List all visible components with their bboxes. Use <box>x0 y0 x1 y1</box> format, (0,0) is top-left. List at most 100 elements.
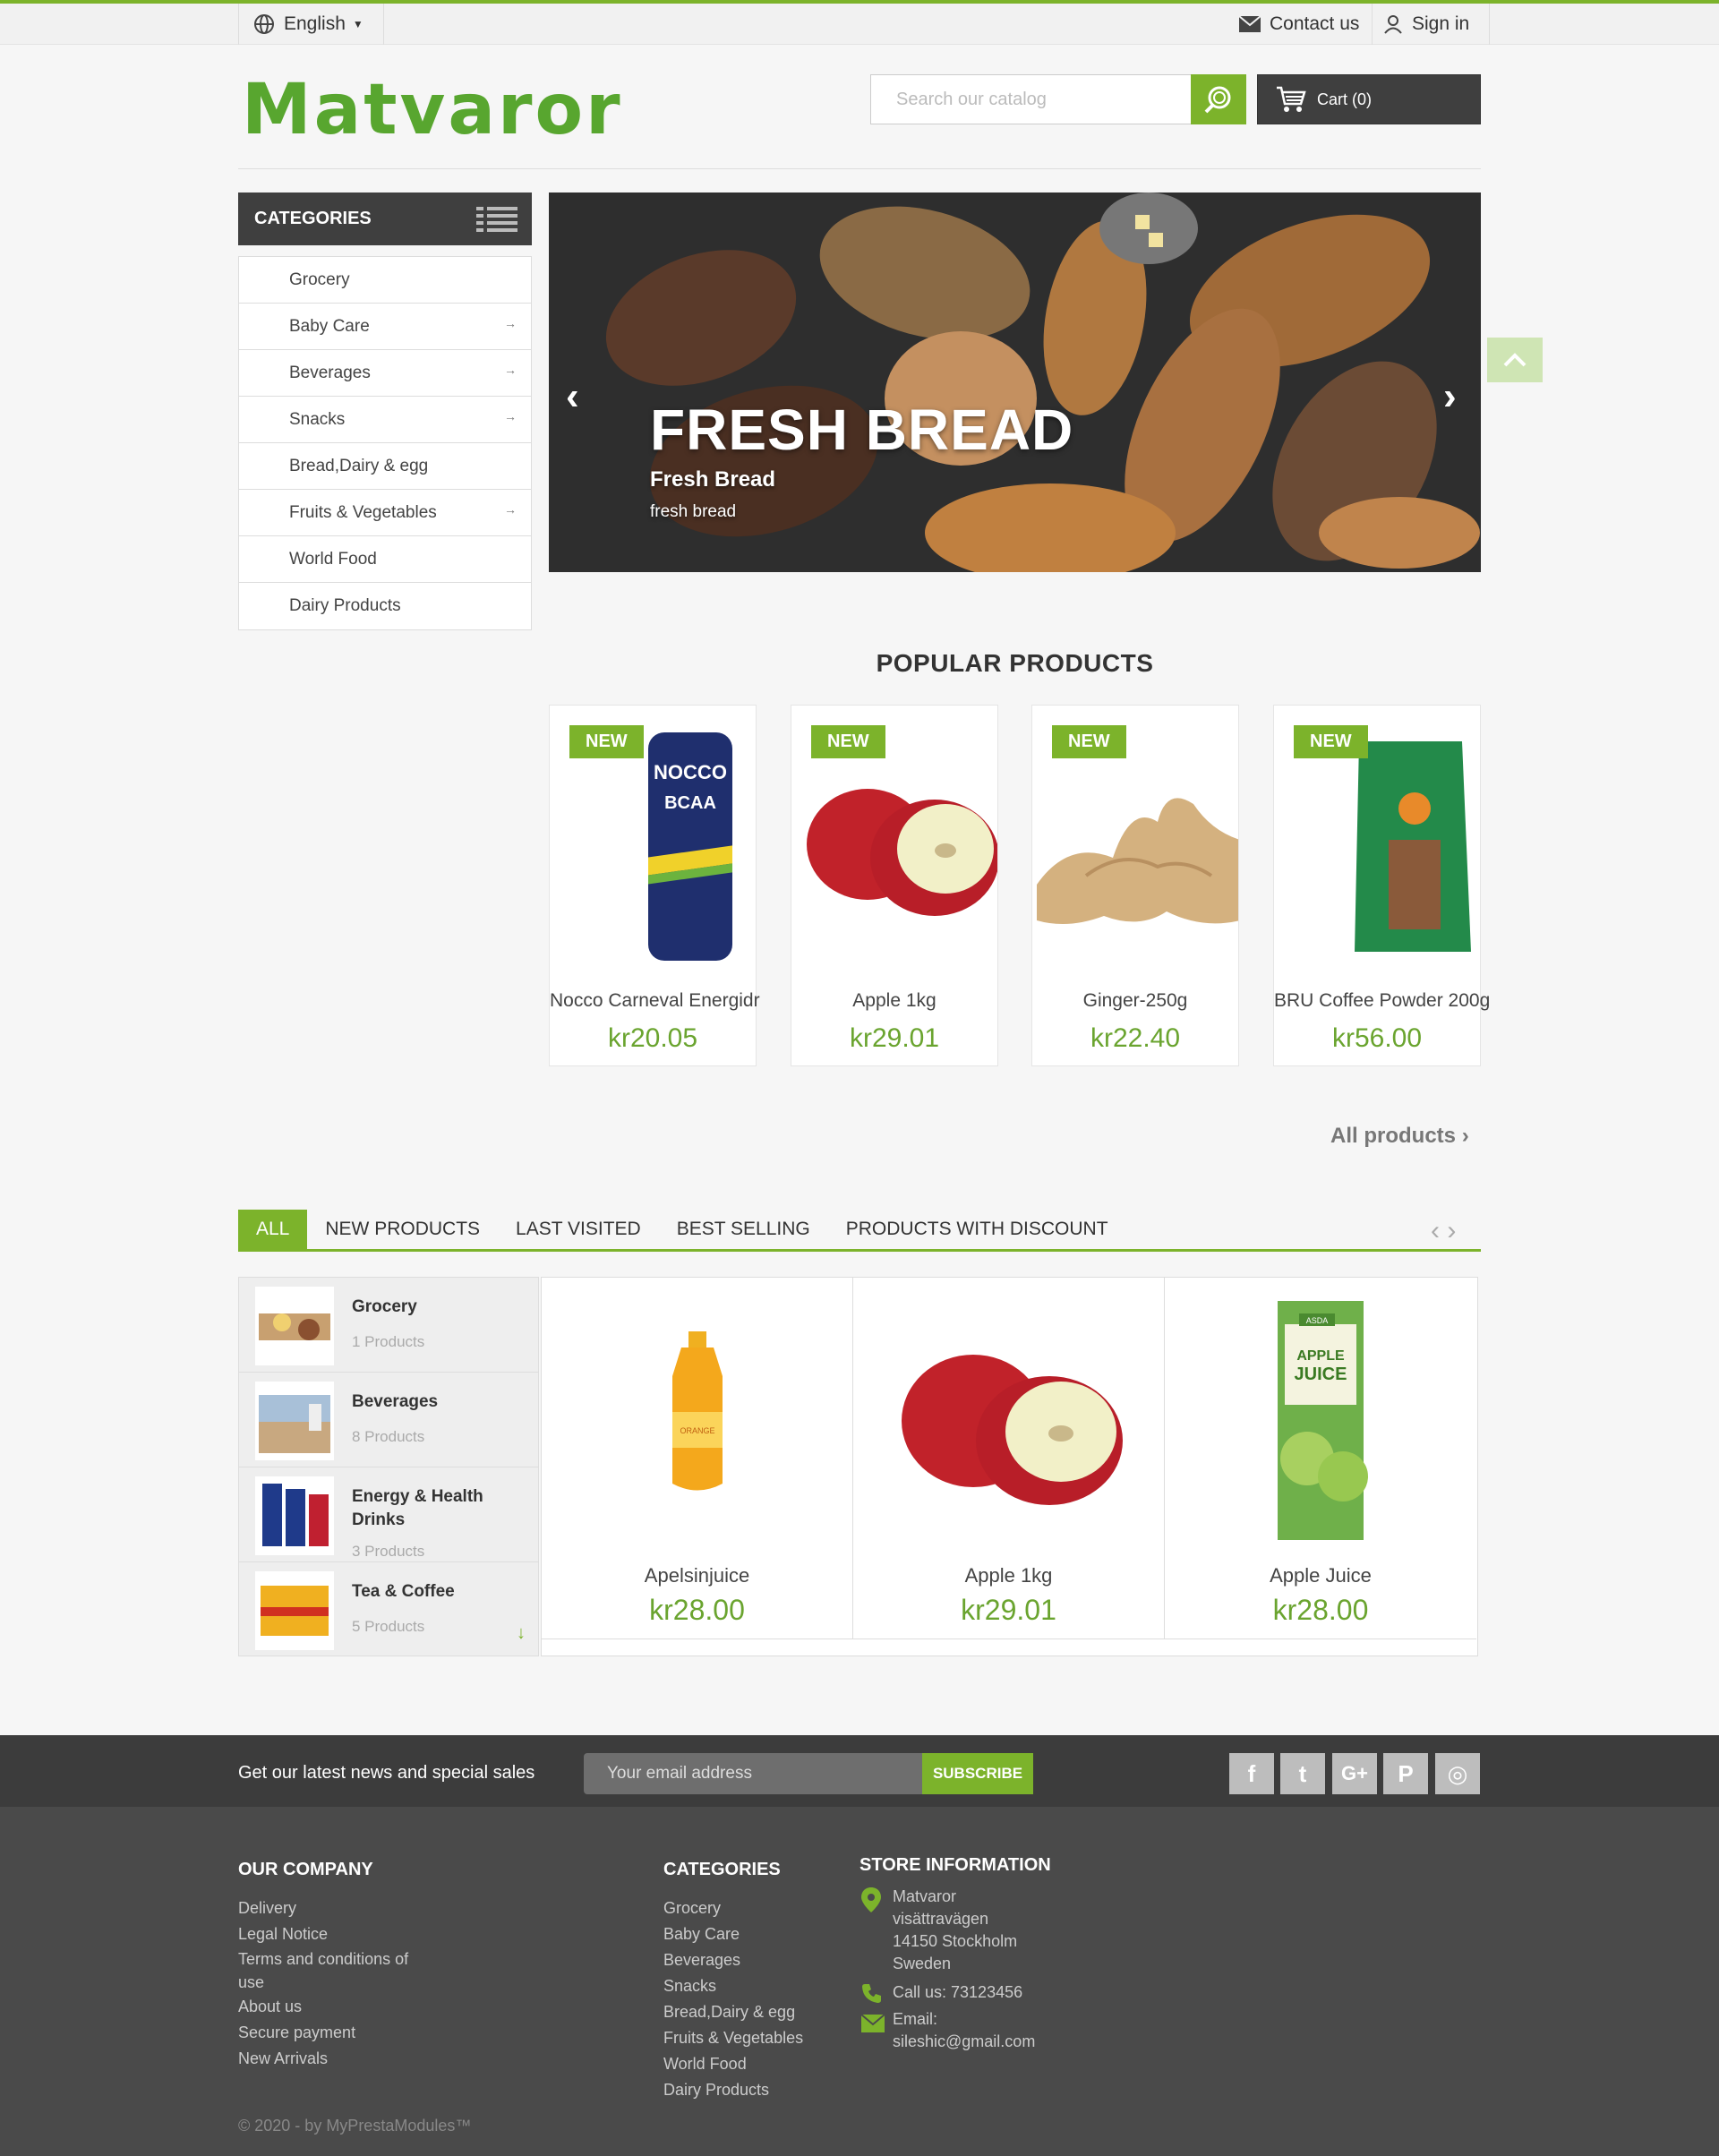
side-category[interactable]: Grocery 1 Products <box>239 1278 538 1373</box>
twitter-icon[interactable]: t <box>1280 1753 1325 1794</box>
category-item[interactable]: Fruits & Vegetables → <box>239 490 531 536</box>
newsletter-email-input[interactable]: Your email address <box>584 1753 922 1794</box>
product-card[interactable]: NEW Apple 1kg kr29.01 <box>791 705 998 1066</box>
cart-icon <box>1277 86 1306 112</box>
address-line: 14150 Stockholm <box>893 1932 1018 1950</box>
chevron-right-icon[interactable]: › <box>1447 1216 1456 1245</box>
sign-in-link[interactable]: Sign in <box>1371 4 1491 45</box>
all-products-link[interactable]: All products › <box>1330 1124 1469 1149</box>
pinterest-icon[interactable]: P <box>1383 1753 1428 1794</box>
footer-link[interactable]: Snacks <box>663 1973 803 1999</box>
product-price: kr29.01 <box>961 1594 1056 1626</box>
category-thumbnail <box>255 1287 334 1365</box>
category-item[interactable]: Grocery <box>239 257 531 304</box>
instagram-icon[interactable]: ◎ <box>1435 1753 1480 1794</box>
store-address: Matvaror visättravägen 14150 Stockholm S… <box>893 1886 1017 1975</box>
address-line: visättravägen <box>893 1910 989 1928</box>
footer-link[interactable]: World Food <box>663 2051 803 2077</box>
footer-link[interactable]: Fruits & Vegetables <box>663 2025 803 2051</box>
side-category[interactable]: Beverages 8 Products <box>239 1373 538 1467</box>
subscribe-button[interactable]: SUBSCRIBE <box>922 1753 1033 1794</box>
category-item[interactable]: Bread,Dairy & egg <box>239 443 531 490</box>
footer-link[interactable]: Baby Care <box>663 1921 803 1947</box>
product-price: kr56.00 <box>1331 1023 1423 1053</box>
google-plus-icon[interactable]: G+ <box>1332 1753 1377 1794</box>
language-selector[interactable]: English ▼ <box>238 4 384 45</box>
product-card[interactable]: ORANGE Apelsinjuice kr28.00 <box>542 1278 853 1639</box>
footer-link[interactable]: Beverages <box>663 1947 803 1973</box>
category-thumbnail <box>255 1382 334 1460</box>
nocco-brand: NOCCO <box>654 761 727 783</box>
side-category-count: 1 Products <box>352 1333 425 1350</box>
facebook-icon[interactable]: f <box>1229 1753 1274 1794</box>
category-thumbnail <box>255 1571 334 1650</box>
product-name[interactable]: Apple 1kg <box>853 1564 1164 1587</box>
search-input[interactable]: Search our catalog <box>870 74 1246 124</box>
product-card[interactable]: Apple 1kg kr29.01 <box>853 1278 1165 1639</box>
chevron-down-icon: ▼ <box>352 18 363 30</box>
globe-icon <box>254 14 274 34</box>
categories-list: Grocery Baby Care → Beverages → Snacks → Br… <box>238 256 532 630</box>
side-category-name: Energy & Health Drinks <box>352 1487 483 1529</box>
cart-button[interactable]: Cart (0) <box>1257 74 1481 124</box>
tab-best-selling[interactable]: BEST SELLING <box>659 1210 828 1249</box>
copyright[interactable]: © 2020 - by MyPrestaModules™ <box>238 2117 471 2135</box>
back-to-top-button[interactable] <box>1487 338 1543 382</box>
tab-discount[interactable]: PRODUCTS WITH DISCOUNT <box>828 1210 1126 1249</box>
product-name[interactable]: Ginger-250g <box>1032 990 1238 1012</box>
juice-box-brand: ASDA <box>1306 1316 1329 1325</box>
footer-link[interactable]: Legal Notice <box>238 1921 408 1947</box>
chevron-right-icon[interactable]: › <box>1443 374 1457 419</box>
product-name[interactable]: Apple 1kg <box>791 990 997 1012</box>
search-icon <box>1204 86 1231 114</box>
footer-link[interactable]: Terms and conditions of <box>238 1947 408 1971</box>
footer-link[interactable]: Bread,Dairy & egg <box>663 1999 803 2025</box>
chevron-left-icon[interactable]: ‹ <box>566 374 579 419</box>
product-image <box>902 1355 1123 1505</box>
category-item[interactable]: Snacks → <box>239 397 531 443</box>
category-item[interactable]: Beverages → <box>239 350 531 397</box>
footer-category-links: Grocery Baby Care Beverages Snacks Bread… <box>663 1895 803 2103</box>
arrow-right-icon: → <box>504 409 517 424</box>
arrow-down-icon[interactable]: ↓ <box>517 1623 526 1644</box>
chevron-left-icon[interactable]: ‹ <box>1431 1216 1440 1245</box>
product-card[interactable]: NOCCO BCAA NEW Nocco Carneval Energidr k… <box>549 705 760 1066</box>
product-name[interactable]: Apelsinjuice <box>542 1564 852 1587</box>
footer-link[interactable]: Grocery <box>663 1895 803 1921</box>
tab-all[interactable]: ALL <box>238 1210 308 1249</box>
product-card[interactable]: NEW Ginger-250g kr22.40 <box>1031 705 1239 1066</box>
popular-products-title: POPULAR PRODUCTS <box>876 649 1154 677</box>
category-label: World Food <box>289 549 377 569</box>
product-name[interactable]: Nocco Carneval Energidr <box>550 990 760 1012</box>
footer-link[interactable]: Secure payment <box>238 2020 408 2046</box>
list-icon[interactable] <box>476 206 517 233</box>
product-price: kr20.05 <box>607 1023 698 1053</box>
footer-link[interactable]: use <box>238 1971 408 1994</box>
arrow-right-icon: → <box>504 502 517 517</box>
side-category[interactable]: Energy & Health Drinks 3 Products <box>239 1467 538 1562</box>
chevron-right-icon: › <box>1461 1124 1469 1148</box>
product-card[interactable]: NEW BRU Coffee Powder 200g kr56.00 <box>1273 705 1490 1066</box>
new-badge: NEW <box>811 725 885 758</box>
footer-link[interactable]: Dairy Products <box>663 2077 803 2103</box>
footer-store-title: STORE INFORMATION <box>860 1855 1051 1875</box>
category-item[interactable]: Dairy Products <box>239 583 531 629</box>
product-name[interactable]: Apple Juice <box>1165 1564 1476 1587</box>
footer-link[interactable]: Delivery <box>238 1895 408 1921</box>
arrow-right-icon: → <box>504 363 517 377</box>
tab-new-products[interactable]: NEW PRODUCTS <box>307 1210 498 1249</box>
product-name[interactable]: BRU Coffee Powder 200g <box>1274 990 1490 1012</box>
footer-link[interactable]: New Arrivals <box>238 2046 408 2072</box>
email-value[interactable]: sileshic@gmail.com <box>893 2031 1035 2053</box>
product-card[interactable]: ASDA APPLE JUICE Apple Juice kr28.00 <box>1165 1278 1476 1639</box>
newsletter-text: Get our latest news and special sales <box>238 1763 535 1783</box>
tab-last-visited[interactable]: LAST VISITED <box>498 1210 659 1249</box>
category-item[interactable]: Baby Care → <box>239 304 531 350</box>
contact-us-link[interactable]: Contact us <box>1227 4 1373 45</box>
footer-link[interactable]: About us <box>238 1994 408 2020</box>
side-category[interactable]: Tea & Coffee 5 Products ↓ <box>239 1562 538 1657</box>
site-logo[interactable]: Matvaror <box>242 70 623 150</box>
category-item[interactable]: World Food <box>239 536 531 583</box>
store-phone[interactable]: Call us: 73123456 <box>893 1980 1022 2006</box>
search-button[interactable] <box>1191 74 1246 124</box>
